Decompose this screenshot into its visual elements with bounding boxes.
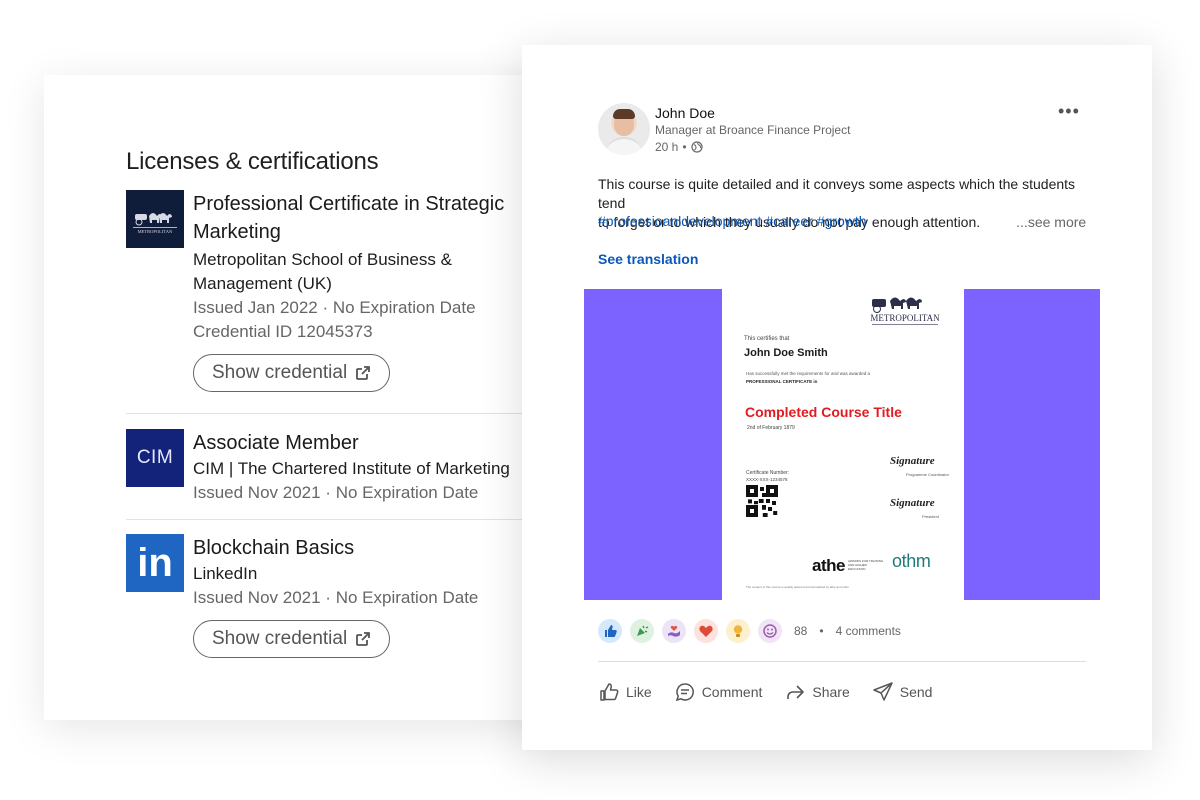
athe-logo: athe <box>812 556 845 575</box>
post-actions: Like Comment Share Send <box>598 681 932 703</box>
share-icon <box>787 685 805 699</box>
celebrate-icon <box>630 619 654 643</box>
reaction-separator: • <box>819 624 824 638</box>
post-media[interactable]: METROPOLITAN This certifies that John Do… <box>584 289 1100 600</box>
send-icon <box>872 682 893 701</box>
signature-2: Signature <box>890 497 935 509</box>
like-icon <box>600 683 619 701</box>
signature-1-role: Programme Coordinator <box>906 472 949 477</box>
funny-icon <box>758 619 782 643</box>
hashtag-link[interactable]: #growth <box>817 213 867 229</box>
comments-count[interactable]: 4 comments <box>836 624 901 638</box>
send-label: Send <box>899 684 933 700</box>
signature-1: Signature <box>890 455 935 467</box>
othm-logo: othm <box>892 551 931 571</box>
globe-icon <box>690 141 703 153</box>
cert-course-title: Completed Course Title <box>745 404 902 420</box>
cert-body: Associate Member CIM | The Chartered Ins… <box>193 429 573 505</box>
cert-body: Professional Certificate in Strategic Mar… <box>193 190 573 392</box>
external-link-icon <box>356 632 371 646</box>
post-time: 20 h <box>655 140 679 154</box>
support-icon <box>662 619 686 643</box>
licenses-card: Licenses & certifications METROPOLITAN P… <box>44 75 564 720</box>
metropolitan-crest-icon: METROPOLITAN <box>870 297 940 325</box>
cert-body: Blockchain Basics LinkedIn Issued Nov 20… <box>193 534 573 658</box>
cert-date: 2nd of February 1879 <box>747 425 795 431</box>
insightful-icon <box>726 619 750 643</box>
like-label: Like <box>626 684 652 700</box>
cert-org: CIM | The Chartered Institute of Marketi… <box>193 459 510 478</box>
comment-icon <box>675 683 694 702</box>
cert-footer: The content of this course is quality as… <box>746 585 850 589</box>
post-card: John Doe Manager at Broance Finance Proj… <box>522 45 1152 750</box>
show-credential-label: Show credential <box>212 628 348 649</box>
qr-code-icon <box>746 485 778 517</box>
show-credential-label: Show credential <box>212 362 348 383</box>
divider <box>126 413 522 414</box>
divider <box>126 519 522 520</box>
author-title: Manager at Broance Finance Project <box>655 123 851 137</box>
send-button[interactable]: Send <box>872 681 933 703</box>
cert-issued: Issued Nov 2021 · No Expiration Date <box>193 588 479 607</box>
external-link-icon <box>356 366 371 380</box>
cert-org: LinkedIn <box>193 564 258 583</box>
cert-award: PROFESSIONAL CERTIFICATE in <box>746 379 818 384</box>
author-name[interactable]: John Doe <box>655 105 715 121</box>
cert-certifies: This certifies that <box>744 336 790 342</box>
reaction-count[interactable]: 88 <box>794 624 807 638</box>
actions-divider <box>598 661 1086 662</box>
cert-name: Professional Certificate in Strategic Mar… <box>193 193 505 243</box>
cert-org: Metropolitan School of Business & Managem… <box>193 250 452 293</box>
licenses-title: Licenses & certifications <box>126 148 379 175</box>
see-translation-link[interactable]: See translation <box>598 251 698 267</box>
cert-recipient: John Doe Smith <box>744 347 828 359</box>
cert-number-label: Certificate Number: <box>746 470 790 476</box>
cert-issued: Issued Jan 2022 · No Expiration Date <box>193 298 476 317</box>
signature-2-role: President <box>922 514 939 519</box>
cert-issued: Issued Nov 2021 · No Expiration Date <box>193 483 479 502</box>
metropolitan-brand-text: METROPOLITAN <box>870 313 940 323</box>
show-credential-button[interactable]: Show credential <box>193 354 391 392</box>
cert-name: Blockchain Basics <box>193 537 355 559</box>
linkedin-logo: in <box>126 534 184 592</box>
meta-separator: • <box>682 140 687 154</box>
metropolitan-logo-text: METROPOLITAN <box>138 229 173 234</box>
reactions-bar[interactable]: 88 • 4 comments <box>598 619 901 643</box>
comment-button[interactable]: Comment <box>674 681 763 703</box>
like-icon <box>598 619 622 643</box>
post-meta: 20 h • <box>655 140 703 154</box>
cert-credential-id: Credential ID 12045373 <box>193 322 373 341</box>
see-more-link[interactable]: ...see more <box>1016 214 1086 230</box>
post-body-line: This course is quite detailed and it con… <box>598 176 1076 211</box>
cert-met-text: Has successfully met the requirements fo… <box>746 371 871 376</box>
hashtag-link[interactable]: #professioanldevelopment <box>598 213 761 229</box>
certificate-image: METROPOLITAN This certifies that John Do… <box>722 289 964 600</box>
share-button[interactable]: Share <box>784 681 850 703</box>
more-options-button[interactable]: ••• <box>1058 101 1080 122</box>
cim-logo: CIM <box>126 429 184 487</box>
hashtag-link[interactable]: #career <box>765 213 812 229</box>
cert-name: Associate Member <box>193 432 359 454</box>
cert-number: XXXX-XXX-1234578 <box>746 477 788 482</box>
show-credential-button[interactable]: Show credential <box>193 620 391 658</box>
avatar[interactable] <box>598 103 650 155</box>
comment-label: Comment <box>701 684 763 700</box>
athe-subtext: AWARDS FOR TRAINING AND HIGHER EDUCATION <box>848 559 884 571</box>
share-label: Share <box>812 684 850 700</box>
hashtags: #professioanldevelopment #career #growth <box>598 213 867 229</box>
love-icon <box>694 619 718 643</box>
like-button[interactable]: Like <box>598 681 652 703</box>
metropolitan-logo: METROPOLITAN <box>126 190 184 248</box>
